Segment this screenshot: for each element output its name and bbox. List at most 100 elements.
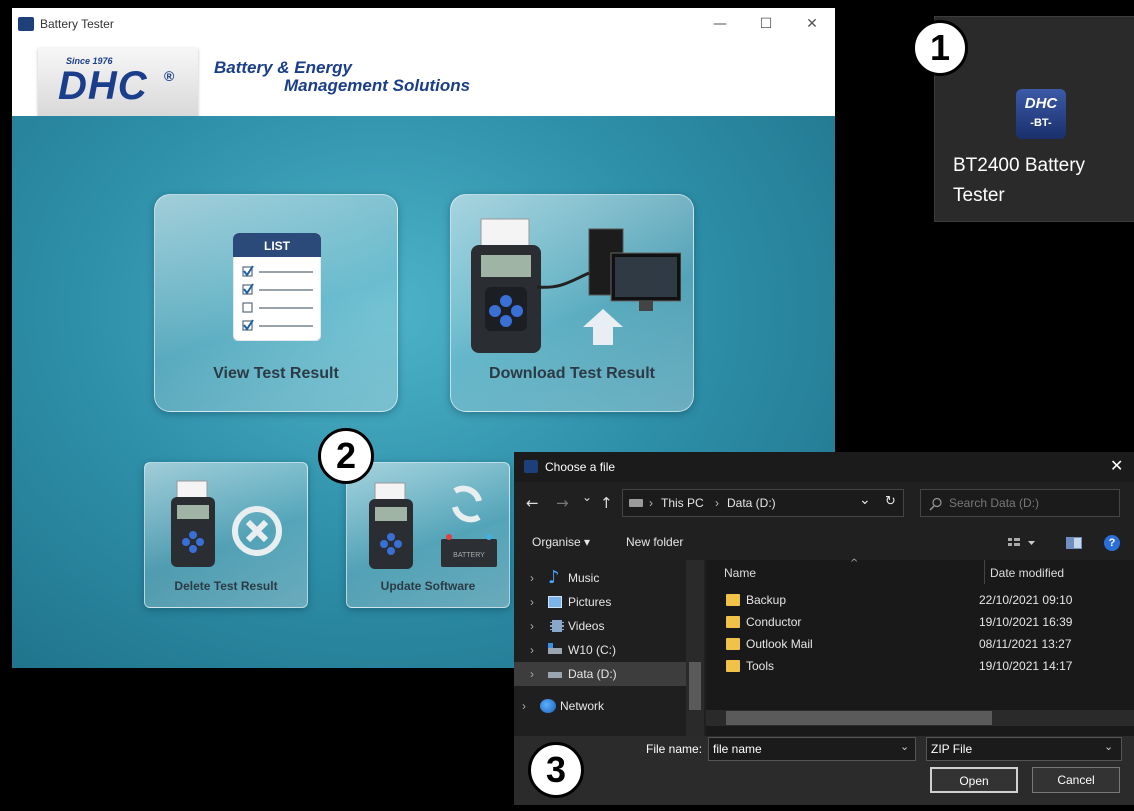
nav-label: Music	[568, 571, 600, 585]
expand-chevron-icon[interactable]: ›	[530, 614, 534, 638]
expand-chevron-icon[interactable]: ›	[530, 590, 534, 614]
windows-drive-icon	[548, 648, 562, 654]
videos-icon	[550, 620, 564, 632]
column-divider[interactable]	[984, 560, 985, 584]
preview-pane-icon[interactable]	[1066, 536, 1082, 550]
choose-file-dialog: Choose a file ✕ ← → ⌄ ↑ › This PC › Data…	[514, 452, 1134, 805]
back-button[interactable]: ←	[526, 494, 539, 512]
column-header-name[interactable]: Name	[724, 566, 756, 580]
delete-test-result-button[interactable]: Delete Test Result	[144, 462, 308, 608]
search-field[interactable]: Search Data (D:)	[920, 489, 1120, 517]
nav-item-w10-c[interactable]: › W10 (C:)	[514, 638, 686, 662]
navigation-pane: › ♪ Music › Pictures › Videos › W10 (C:)…	[514, 560, 704, 736]
nav-item-network[interactable]: › Network	[514, 694, 686, 718]
shortcut-label: BT2400 Battery Tester	[953, 155, 1086, 206]
download-test-result-button[interactable]: Download Test Result	[450, 194, 694, 412]
dialog-close-button[interactable]: ✕	[1110, 456, 1123, 475]
file-date: 19/10/2021 14:17	[979, 659, 1073, 673]
maximize-button[interactable]: ☐	[743, 8, 789, 40]
windows-logo-icon	[548, 643, 553, 648]
bt-app-icon: DHC -BT-	[1016, 89, 1066, 139]
recent-locations-button[interactable]: ⌄	[582, 490, 592, 504]
expand-chevron-icon[interactable]: ›	[530, 566, 534, 590]
logo-brand-text: DHC	[58, 64, 148, 108]
address-segment-data[interactable]: Data (D:)	[727, 496, 776, 510]
file-row[interactable]: Outlook Mail 08/11/2021 13:27	[726, 634, 1126, 656]
file-name-label: File name:	[646, 742, 703, 756]
dhc-logo: Since 1976 DHC ®	[38, 48, 198, 122]
folder-icon	[726, 638, 740, 650]
help-icon[interactable]: ?	[1104, 535, 1120, 551]
step-badge-3: 3	[528, 742, 584, 798]
file-date: 22/10/2021 09:10	[979, 593, 1073, 607]
chevron-down-icon[interactable]: ⌄	[1104, 740, 1113, 753]
delete-test-result-label: Delete Test Result	[174, 579, 278, 593]
app-icon	[18, 17, 34, 31]
file-name: Tools	[746, 659, 775, 673]
open-button[interactable]: Open	[930, 767, 1018, 793]
cancel-button[interactable]: Cancel	[1032, 767, 1120, 793]
search-icon	[929, 497, 942, 511]
file-date: 19/10/2021 16:39	[979, 615, 1073, 629]
logo-registered-mark: ®	[164, 68, 175, 84]
step-badge-1: 1	[912, 20, 968, 76]
nav-label: Videos	[568, 619, 605, 633]
address-separator-2: ›	[715, 496, 719, 510]
update-illustration-icon: BATTERY	[369, 482, 497, 569]
minimize-button[interactable]: —	[697, 8, 743, 40]
close-button[interactable]: ✕	[789, 8, 835, 40]
horizontal-scrollbar-thumb[interactable]	[726, 711, 992, 725]
step-badge-2: 2	[318, 428, 374, 484]
up-button[interactable]: ↑	[600, 494, 613, 512]
file-name: Outlook Mail	[746, 637, 813, 651]
address-segment-this-pc[interactable]: This PC	[661, 496, 704, 510]
view-test-result-button[interactable]: LIST View Test Result	[154, 194, 398, 412]
delete-illustration-icon	[171, 480, 282, 567]
forward-button[interactable]: →	[556, 494, 569, 512]
chevron-down-icon[interactable]: ⌄	[900, 740, 909, 753]
nav-item-pictures[interactable]: › Pictures	[514, 590, 686, 614]
new-folder-button[interactable]: New folder	[626, 535, 683, 549]
update-software-button[interactable]: BATTERY Update Software	[346, 462, 510, 608]
folder-icon	[726, 594, 740, 606]
download-test-result-label: Download Test Result	[489, 365, 655, 382]
shortcut-icon-brand: DHC	[1024, 95, 1058, 112]
dialog-title: Choose a file	[545, 460, 616, 474]
address-dropdown-button[interactable]: ⌄	[859, 492, 871, 508]
nav-label: Data (D:)	[568, 667, 617, 681]
battery-label: BATTERY	[453, 552, 485, 559]
file-name-input[interactable]	[708, 737, 916, 761]
sort-indicator-icon: ^	[850, 558, 859, 569]
expand-chevron-icon[interactable]: ›	[522, 694, 526, 718]
view-options-icon[interactable]	[1008, 536, 1038, 550]
nav-scrollbar-thumb[interactable]	[689, 662, 701, 710]
file-row[interactable]: Backup 22/10/2021 09:10	[726, 590, 1126, 612]
column-header-date-modified[interactable]: Date modified	[990, 566, 1064, 580]
view-test-result-label: View Test Result	[213, 365, 339, 382]
file-row[interactable]: Conductor 19/10/2021 16:39	[726, 612, 1126, 634]
address-bar[interactable]: › This PC › Data (D:) ⌄ ↻	[622, 489, 904, 517]
search-placeholder: Search Data (D:)	[949, 496, 1040, 510]
nav-item-videos[interactable]: › Videos	[514, 614, 686, 638]
window-title: Battery Tester	[40, 17, 114, 31]
tagline-line-2: Management Solutions	[284, 76, 471, 95]
drive-icon	[629, 499, 643, 507]
nav-item-data-d[interactable]: › Data (D:)	[514, 662, 686, 686]
file-type-select[interactable]: ZIP File	[926, 737, 1122, 761]
update-software-label: Update Software	[380, 579, 476, 593]
expand-chevron-icon[interactable]: ›	[530, 662, 534, 686]
nav-item-music[interactable]: › ♪ Music	[514, 566, 686, 590]
file-row[interactable]: Tools 19/10/2021 14:17	[726, 656, 1126, 678]
file-name: Backup	[746, 593, 787, 607]
expand-chevron-icon[interactable]: ›	[530, 638, 534, 662]
list-header-text: LIST	[264, 239, 291, 253]
folder-icon	[726, 660, 740, 672]
nav-label: Network	[560, 699, 605, 713]
download-illustration-icon	[471, 218, 681, 353]
network-icon	[540, 699, 556, 713]
organise-menu-button[interactable]: Organise ▾	[532, 535, 590, 549]
dialog-app-icon	[524, 460, 538, 473]
refresh-button[interactable]: ↻	[885, 494, 896, 509]
folder-icon	[726, 616, 740, 628]
drive-icon	[548, 672, 562, 678]
